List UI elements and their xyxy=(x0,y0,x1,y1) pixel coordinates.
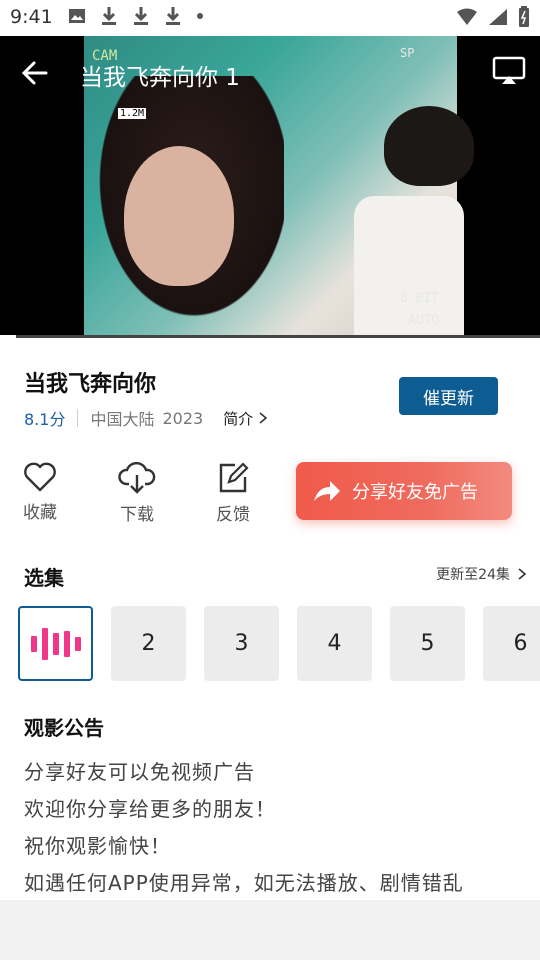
episode-item[interactable]: 4 xyxy=(297,606,372,681)
chevron-right-icon xyxy=(518,568,527,580)
download-icon xyxy=(102,7,116,25)
detail-content: 当我飞奔向你 8.1分 中国大陆 2023 简介 催更新 收藏 下载 反馈 分享… xyxy=(0,338,540,900)
download-icon xyxy=(166,7,180,25)
notice-line: 分享好友可以免视频广告 xyxy=(24,760,255,784)
download-label: 下载 xyxy=(120,505,154,525)
episode-item[interactable]: 3 xyxy=(204,606,279,681)
urge-update-button[interactable]: 催更新 xyxy=(399,377,498,415)
show-meta: 8.1分 中国大陆 2023 简介 xyxy=(24,406,269,430)
update-info-label: 更新至24集 xyxy=(436,567,510,583)
intro-label: 简介 xyxy=(223,409,254,428)
episode-item[interactable] xyxy=(18,606,93,681)
feedback-label: 反馈 xyxy=(216,505,250,525)
sp-label: SP xyxy=(400,46,415,60)
cast-icon[interactable] xyxy=(492,56,526,86)
favorite-label: 收藏 xyxy=(23,503,57,523)
update-info-link[interactable]: 更新至24集 xyxy=(436,564,528,584)
episode-item[interactable]: 5 xyxy=(390,606,465,681)
system-icons xyxy=(456,6,530,28)
player-title: 当我飞奔向你 1 xyxy=(80,65,240,91)
notice-body: 分享好友可以免视频广告 欢迎你分享给更多的朋友！ 祝你观影愉快！ 如遇任何APP… xyxy=(24,754,464,902)
notice-line: 如遇任何APP使用异常，如无法播放、剧情错乱 xyxy=(24,871,464,895)
show-score: 8.1分 xyxy=(24,410,66,429)
favorite-button[interactable]: 收藏 xyxy=(10,458,70,523)
status-bar: 9:41 xyxy=(0,0,540,36)
notification-icons xyxy=(68,6,204,26)
battery-icon xyxy=(519,6,529,27)
episode-item[interactable]: 2 xyxy=(111,606,186,681)
action-row: 收藏 下载 反馈 分享好友免广告 xyxy=(0,458,540,538)
share-arrow-icon xyxy=(314,481,340,501)
intro-link[interactable]: 简介 xyxy=(223,408,269,429)
bottom-area xyxy=(0,900,540,960)
video-player[interactable]: CAM 1.2M SP 8 BIT AUTO 当我飞奔向你 1 xyxy=(0,36,540,338)
episode-item[interactable]: 6 xyxy=(483,606,540,681)
episodes-title: 选集 xyxy=(24,566,64,590)
heart-icon xyxy=(24,462,56,492)
edit-icon xyxy=(219,462,249,493)
download-button[interactable]: 下载 xyxy=(107,458,167,525)
dot-icon xyxy=(197,13,203,19)
episode-list: 2 3 4 5 6 xyxy=(18,606,540,682)
show-year: 2023 xyxy=(162,408,204,428)
signal-icon xyxy=(489,9,507,25)
bitrate-label: 1.2M xyxy=(118,108,147,119)
meta-divider xyxy=(77,409,79,427)
image-icon xyxy=(69,9,85,23)
share-banner-label: 分享好友免广告 xyxy=(352,482,478,503)
back-arrow-icon[interactable] xyxy=(20,58,50,88)
wifi-icon xyxy=(457,8,477,25)
notice-line: 祝你观影愉快！ xyxy=(24,834,171,858)
download-icon xyxy=(134,7,148,25)
iso-label: AUTO xyxy=(408,313,440,328)
notice-title: 观影公告 xyxy=(24,716,104,740)
feedback-button[interactable]: 反馈 xyxy=(203,458,263,525)
show-title: 当我飞奔向你 xyxy=(24,372,157,397)
scene-girl-face xyxy=(124,146,234,286)
scene-boy-hair xyxy=(384,106,474,186)
now-playing-icon xyxy=(30,627,81,660)
share-banner[interactable]: 分享好友免广告 xyxy=(296,462,512,520)
notice-line: 欢迎你分享给更多的朋友！ xyxy=(24,797,276,821)
chevron-right-icon xyxy=(259,412,268,424)
cloud-download-icon xyxy=(118,462,156,494)
bit-depth-label: 8 BIT xyxy=(400,291,440,306)
show-region: 中国大陆 xyxy=(90,410,155,429)
status-time: 9:41 xyxy=(10,6,53,28)
